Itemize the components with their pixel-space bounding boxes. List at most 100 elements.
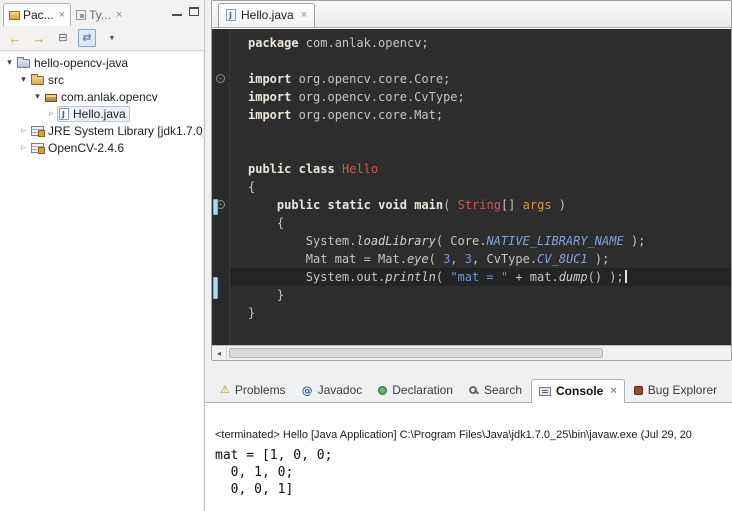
code-line[interactable]: System.loadLibrary( Core.NATIVE_LIBRARY_… — [230, 232, 731, 250]
code-token: org.opencv.core.Core; — [291, 72, 450, 86]
editor-surface[interactable]: -- package com.anlak.opencv; import org.o… — [212, 29, 731, 345]
view-controls — [172, 7, 199, 16]
code-token: public — [248, 162, 291, 176]
view-tab-pac[interactable]: Pac... × — [3, 3, 71, 26]
code-line[interactable] — [230, 52, 731, 70]
chevron-collapsed-icon[interactable]: ▹ — [18, 126, 29, 135]
chevron-collapsed-icon[interactable]: ▹ — [46, 109, 57, 118]
tree-item-hello-java[interactable]: ▹Hello.java — [0, 105, 203, 122]
view-tab-bug[interactable]: Bug — [726, 379, 732, 402]
fold-collapse-icon[interactable]: - — [216, 74, 225, 83]
code-line[interactable]: } — [230, 286, 731, 304]
view-tab-ty[interactable]: Ty...× — [71, 4, 127, 26]
chevron-expanded-icon[interactable]: ▾ — [4, 58, 15, 67]
tree-item-content[interactable]: com.anlak.opencv — [43, 89, 162, 105]
code-line[interactable]: } — [230, 304, 731, 322]
tab-label: Pac... — [23, 8, 54, 22]
minimize-view-icon[interactable] — [172, 7, 182, 16]
tab-label: Console — [556, 384, 603, 398]
tree-item-content[interactable]: OpenCV-2.4.6 — [29, 140, 128, 156]
left-toolbar: ← → ⊟ ⇄ ▼ — [0, 26, 204, 51]
back-button[interactable]: ← — [6, 29, 24, 47]
code-area[interactable]: package com.anlak.opencv; import org.open… — [230, 29, 731, 322]
code-line[interactable]: package com.anlak.opencv; — [230, 34, 731, 52]
tree-item-opencv-2-4-6[interactable]: ▹ OpenCV-2.4.6 — [0, 139, 203, 156]
bug-icon — [634, 386, 643, 395]
code-token: package — [248, 36, 299, 50]
code-token: import — [248, 90, 291, 104]
type-hierarchy-icon — [76, 10, 86, 20]
editor-tab-hello-java[interactable]: Hello.java × — [218, 3, 315, 27]
link-with-editor-button[interactable]: ⇄ — [78, 29, 96, 47]
tree-item-label: hello-opencv-java — [34, 56, 128, 70]
view-tab-declaration[interactable]: Declaration — [371, 379, 460, 402]
code-line[interactable]: import org.opencv.core.Core; — [230, 70, 731, 88]
library-icon — [31, 126, 44, 136]
close-icon[interactable]: × — [301, 10, 307, 21]
view-tab-javadoc[interactable]: Javadoc — [295, 379, 370, 402]
forward-button[interactable]: → — [30, 29, 48, 47]
view-menu-icon: ▼ — [109, 35, 116, 42]
tree-item-src[interactable]: ▾src — [0, 71, 203, 88]
close-icon[interactable]: × — [116, 10, 122, 21]
code-line[interactable]: public static void main( String[] args ) — [230, 196, 731, 214]
view-tab-console[interactable]: Console × — [531, 379, 625, 403]
code-token: ) — [552, 198, 566, 212]
editor-tab-label: Hello.java — [241, 8, 294, 22]
view-tab-problems[interactable]: Problems — [213, 379, 293, 402]
maximize-view-icon[interactable] — [189, 7, 199, 16]
tree-item-content[interactable]: src — [29, 72, 68, 88]
tree-item-label: OpenCV-2.4.6 — [48, 141, 124, 155]
fold-gutter: -- — [212, 29, 230, 345]
view-tab-bug-explorer[interactable]: Bug Explorer — [627, 379, 724, 402]
close-icon[interactable]: × — [610, 386, 616, 397]
code-line[interactable]: System.out.println( "mat = " + mat.dump(… — [230, 268, 731, 286]
tree-item-hello-opencv-java[interactable]: ▾ hello-opencv-java — [0, 54, 203, 71]
code-token: com.anlak.opencv; — [299, 36, 429, 50]
java-file-icon — [226, 9, 236, 21]
code-token: () ); — [588, 270, 624, 284]
scroll-left-icon[interactable] — [212, 346, 227, 360]
code-line[interactable]: public class Hello — [230, 160, 731, 178]
code-token: dump — [559, 270, 588, 284]
code-line[interactable]: import org.opencv.core.Mat; — [230, 106, 731, 124]
code-line[interactable]: { — [230, 178, 731, 196]
search-icon — [469, 386, 477, 394]
close-icon[interactable]: × — [59, 10, 65, 21]
code-token: loadLibrary — [356, 234, 435, 248]
tree-item-content[interactable]: hello-opencv-java — [15, 55, 132, 71]
tree-item-com-anlak-opencv[interactable]: ▾com.anlak.opencv — [0, 88, 203, 105]
tree-item-content[interactable]: JRE System Library [jdk1.7.0_25] — [29, 123, 203, 139]
annotation-marker — [213, 277, 218, 299]
code-line[interactable]: import org.opencv.core.CvType; — [230, 88, 731, 106]
code-token: class — [299, 162, 335, 176]
java-file-icon — [59, 108, 69, 120]
forward-icon: → — [33, 32, 46, 45]
tab-label: Bug Explorer — [648, 383, 717, 397]
code-token: { — [248, 216, 284, 230]
view-tab-search[interactable]: Search — [462, 379, 529, 402]
code-token: ( — [429, 252, 443, 266]
code-line[interactable] — [230, 124, 731, 142]
code-line[interactable]: Mat mat = Mat.eye( 3, 3, CvType.CV_8UC1 … — [230, 250, 731, 268]
project-icon — [17, 59, 30, 68]
chevron-expanded-icon[interactable]: ▾ — [32, 92, 43, 101]
collapse-all-button[interactable]: ⊟ — [54, 29, 72, 47]
code-token: org.opencv.core.Mat; — [291, 108, 443, 122]
chevron-expanded-icon[interactable]: ▾ — [18, 75, 29, 84]
code-token: ); — [624, 234, 646, 248]
editor-tabbar: Hello.java × — [212, 1, 731, 28]
tree-item-jre-system-library-jdk1-7-0-25[interactable]: ▹JRE System Library [jdk1.7.0_25] — [0, 122, 203, 139]
code-line[interactable]: { — [230, 214, 731, 232]
code-line[interactable] — [230, 142, 731, 160]
package-explorer-tree: ▾hello-opencv-java▾src▾com.anlak.opencv▹… — [0, 52, 203, 511]
horizontal-scrollbar[interactable] — [212, 345, 731, 360]
chevron-collapsed-icon[interactable]: ▹ — [18, 143, 29, 152]
console-view: ProblemsJavadocDeclarationSearch Console ×… — [205, 376, 732, 511]
console-output[interactable]: mat = [1, 0, 0; 0, 1, 0; 0, 0, 1] — [205, 447, 732, 498]
code-token: public — [277, 198, 320, 212]
scrollbar-thumb[interactable] — [229, 348, 603, 358]
tree-item-content[interactable]: Hello.java — [57, 106, 130, 122]
code-token: eye — [407, 252, 429, 266]
view-menu-button[interactable]: ▼ — [102, 29, 120, 47]
